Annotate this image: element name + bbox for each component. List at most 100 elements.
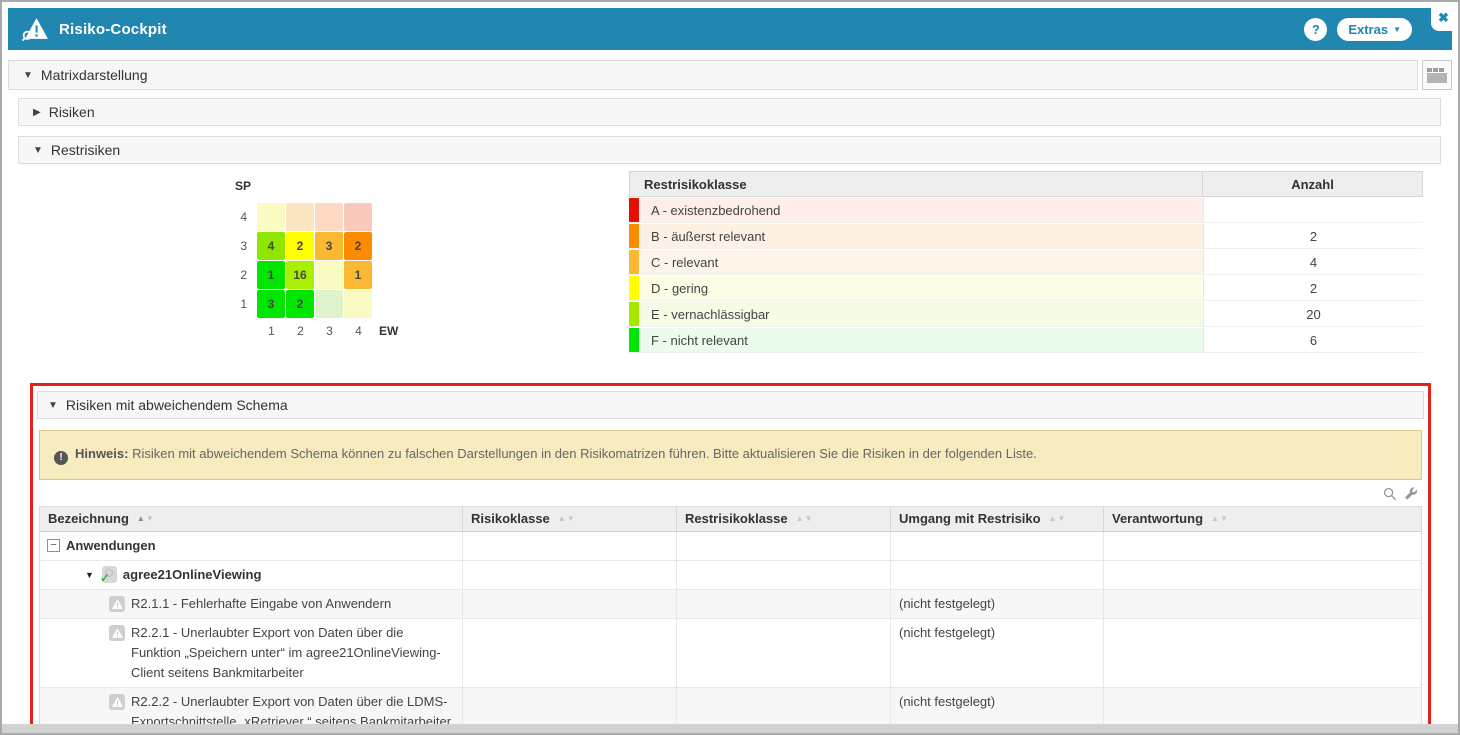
table-row[interactable]: −Anwendungen: [40, 532, 1421, 560]
risikoklasse-cell: [463, 532, 677, 560]
subgroup-label: agree21OnlineViewing: [123, 565, 261, 585]
sort-icon[interactable]: ▲▼: [796, 514, 814, 523]
matrix-y-tick: 3: [223, 239, 257, 253]
class-color-swatch: [629, 198, 639, 222]
restrisikoklasse-row[interactable]: E - vernachlässigbar20: [629, 302, 1423, 327]
section-schema[interactable]: ▼ Risiken mit abweichendem Schema: [37, 391, 1424, 419]
matrix-cell: 3: [257, 290, 285, 318]
restrisikoklasse-cell: [677, 590, 891, 618]
restrisikoklasse-label: F - nicht relevant: [629, 328, 1203, 353]
sort-desc-icon: ▼: [1058, 514, 1067, 523]
section-schema-label: Risiken mit abweichendem Schema: [66, 397, 288, 413]
verantwortung-cell: [1104, 590, 1421, 618]
matrix-x-axis-label: EW: [379, 324, 398, 338]
anzahl-value: [1203, 198, 1423, 223]
sort-icon[interactable]: ▲▼: [1211, 514, 1229, 523]
anzahl-value: 6: [1203, 328, 1423, 353]
section-matrixdarstellung[interactable]: ▼ Matrixdarstellung: [8, 60, 1418, 90]
class-color-swatch: [629, 276, 639, 300]
matrix-cell: 2: [286, 232, 314, 260]
column-restrisikoklasse: Restrisikoklasse: [630, 172, 1202, 196]
bezeichnung-cell: R2.2.1 - Unerlaubter Export von Daten üb…: [40, 619, 463, 687]
risk-matrix: SP 43423221161132 1234 EW: [223, 179, 398, 338]
section-restrisiken[interactable]: ▼ Restrisiken: [18, 136, 1441, 164]
umgang-cell: (nicht festgelegt): [891, 619, 1104, 687]
sort-asc-icon: ▲: [796, 514, 805, 523]
bezeichnung-cell: R2.1.1 - Fehlerhafte Eingabe von Anwende…: [40, 590, 463, 618]
restrisikoklasse-text: D - gering: [651, 281, 708, 296]
restrisikoklasse-row[interactable]: C - relevant4: [629, 250, 1423, 275]
checkmark-icon: ✓: [100, 568, 110, 588]
chevron-down-icon: ▼: [1393, 25, 1401, 34]
wrench-icon[interactable]: [1404, 487, 1418, 501]
caret-down-icon: ▼: [33, 145, 43, 156]
matrix-row: 21161: [223, 261, 398, 289]
anzahl-value: 20: [1203, 302, 1423, 327]
risk-label: R2.1.1 - Fehlerhafte Eingabe von Anwende…: [131, 594, 391, 614]
matrix-cell: [315, 203, 343, 231]
column-header-bezeichnung[interactable]: Bezeichnung ▲▼: [40, 507, 463, 531]
restrisikoklasse-row[interactable]: A - existenzbedrohend: [629, 198, 1423, 223]
umgang-cell: [891, 532, 1104, 560]
column-header-restrisikoklasse[interactable]: Restrisikoklasse ▲▼: [677, 507, 891, 531]
extras-label: Extras: [1348, 22, 1388, 37]
column-header-label: Bezeichnung: [48, 511, 129, 526]
verantwortung-cell: [1104, 561, 1421, 589]
restrisikoklasse-table: Restrisikoklasse Anzahl A - existenzbedr…: [629, 171, 1423, 353]
matrix-cell: 2: [344, 232, 372, 260]
class-color-swatch: [629, 250, 639, 274]
hint-text: Risiken mit abweichendem Schema können z…: [128, 446, 1036, 461]
anzahl-value: 4: [1203, 250, 1423, 275]
caret-down-icon[interactable]: ▼: [85, 565, 94, 585]
sort-asc-icon: ▲: [1049, 514, 1058, 523]
column-header-verantwortung[interactable]: Verantwortung▲▼: [1104, 507, 1421, 531]
sort-icon[interactable]: ▲▼: [1049, 514, 1067, 523]
matrix-x-tick: 2: [286, 324, 315, 338]
column-header-risikoklasse[interactable]: Risikoklasse▲▼: [463, 507, 677, 531]
class-color-swatch: [629, 224, 639, 248]
restrisikoklasse-label: E - vernachlässigbar: [629, 302, 1203, 327]
anzahl-value: 2: [1203, 276, 1423, 301]
sort-asc-icon: ▲: [137, 514, 146, 523]
table-row[interactable]: R2.1.1 - Fehlerhafte Eingabe von Anwende…: [40, 589, 1421, 618]
matrix-cell: [315, 261, 343, 289]
close-button[interactable]: ✖: [1431, 4, 1456, 31]
restrisikoklasse-row[interactable]: B - äußerst relevant2: [629, 224, 1423, 249]
table-toolbar: [37, 484, 1424, 506]
extras-button[interactable]: Extras ▼: [1337, 18, 1412, 41]
layout-window-button[interactable]: [1422, 60, 1452, 90]
risikoklasse-cell: [463, 590, 677, 618]
matrix-x-axis: 1234 EW: [223, 324, 398, 338]
matrix-section-row: ▼ Matrixdarstellung: [8, 60, 1452, 90]
application-icon: ✓: [102, 566, 117, 583]
table-row[interactable]: ▼ ✓ agree21OnlineViewing: [40, 560, 1421, 589]
column-header-label: Restrisikoklasse: [685, 511, 788, 526]
matrix-cell: 1: [257, 261, 285, 289]
restrisikoklasse-label: B - äußerst relevant: [629, 224, 1203, 249]
matrix-cell: 3: [315, 232, 343, 260]
search-icon[interactable]: [1383, 487, 1397, 501]
column-header-umgang-mit-restrisiko[interactable]: Umgang mit Restrisiko▲▼: [891, 507, 1104, 531]
schema-table-body: −Anwendungen ▼ ✓ agree21OnlineViewing R2.1.1…: [40, 532, 1421, 735]
matrix-cell: 1: [344, 261, 372, 289]
matrix-cell: [257, 203, 285, 231]
restrisikoklasse-row[interactable]: D - gering 2: [629, 276, 1423, 301]
restrisiken-body: SP 43423221161132 1234 EW Restrisikoklas…: [18, 165, 1441, 367]
window-icon: [1427, 68, 1447, 83]
matrix-cell: [344, 203, 372, 231]
section-risiken[interactable]: ▶ Risiken: [18, 98, 1441, 126]
help-button[interactable]: ?: [1304, 18, 1327, 41]
restrisikoklasse-label: A - existenzbedrohend: [629, 198, 1203, 223]
restrisikoklasse-row[interactable]: F - nicht relevant6: [629, 328, 1423, 353]
umgang-cell: [891, 561, 1104, 589]
sort-icon[interactable]: ▲▼: [558, 514, 576, 523]
schema-section-highlight: ▼ Risiken mit abweichendem Schema !Hinwe…: [30, 383, 1431, 735]
matrix-cell: [286, 203, 314, 231]
class-color-swatch: [629, 328, 639, 352]
sort-icon[interactable]: ▲▼: [137, 514, 155, 523]
restrisikoklasse-cell: [677, 619, 891, 687]
class-color-swatch: [629, 302, 639, 326]
collapse-minus-icon[interactable]: −: [47, 539, 60, 552]
table-row[interactable]: R2.2.1 - Unerlaubter Export von Daten üb…: [40, 618, 1421, 687]
sort-asc-icon: ▲: [558, 514, 567, 523]
